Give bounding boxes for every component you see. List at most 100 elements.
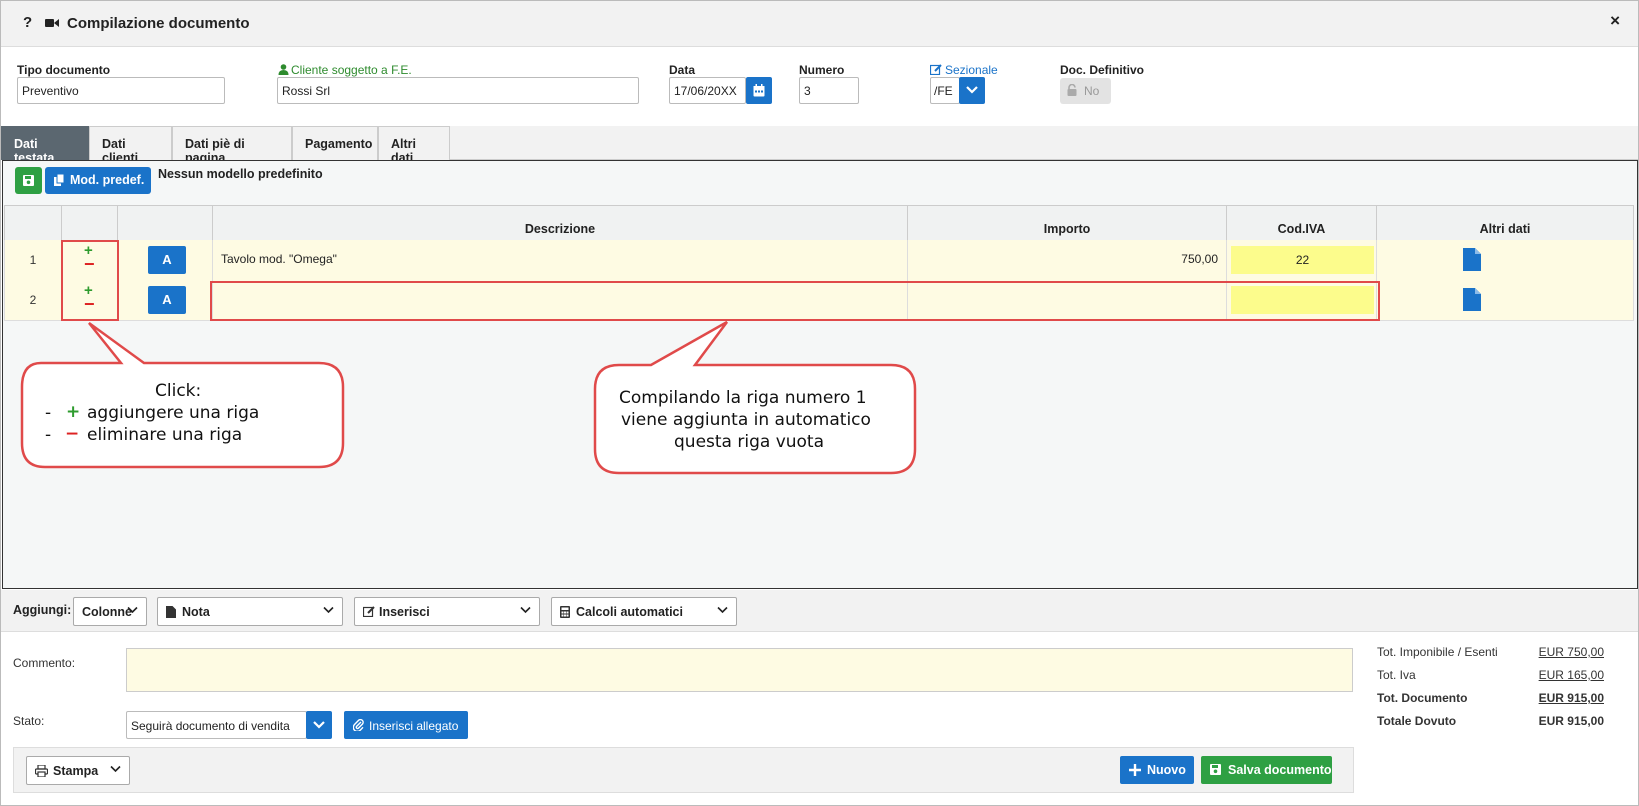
cliente-label[interactable]: Cliente soggetto a F.E.	[291, 63, 412, 77]
lock-icon	[1067, 84, 1077, 96]
callout-left-line2: eliminare una riga	[87, 425, 243, 445]
plus-icon	[1129, 764, 1141, 776]
printer-icon	[35, 765, 48, 777]
commento-textarea[interactable]	[126, 648, 1353, 692]
close-button[interactable]: ×	[1610, 11, 1620, 31]
cod-iva-cell: 22	[1227, 240, 1377, 280]
callout-left-minus: −	[65, 424, 80, 444]
stampa-label: Stampa	[53, 764, 99, 778]
edit-icon	[363, 606, 375, 617]
inserisci-label: Inserisci	[379, 605, 430, 619]
tab-pagamento[interactable]: Pagamento	[292, 126, 378, 160]
importo-cell[interactable]: 750,00	[908, 240, 1227, 280]
totale-dovuto-label: Totale Dovuto	[1377, 714, 1457, 728]
save-model-button[interactable]	[15, 167, 42, 194]
tot-documento-value[interactable]: EUR 915,00	[1539, 691, 1604, 705]
callout-right-line3: questa riga vuota	[674, 432, 825, 452]
edit-icon	[930, 64, 942, 75]
colonne-dropdown[interactable]: Colonne	[73, 597, 147, 626]
cod-iva-input[interactable]: 22	[1231, 246, 1374, 274]
sezionale-dropdown-button[interactable]	[959, 77, 985, 104]
add-bar: Aggiungi: Colonne Nota Inserisci Calcoli…	[1, 590, 1638, 632]
tot-iva-value[interactable]: EUR 165,00	[1539, 668, 1604, 682]
chevron-down-icon	[717, 606, 728, 614]
row-a-cell: A	[118, 240, 213, 280]
header-fields: Tipo documento Preventivo Cliente sogget…	[1, 47, 1638, 126]
salva-documento-button[interactable]: Salva documento	[1201, 756, 1332, 784]
callout-left-plus: +	[66, 402, 81, 422]
mod-predef-label: Mod. predef.	[70, 173, 145, 187]
row-a-button[interactable]: A	[148, 246, 186, 274]
copy-icon	[54, 174, 65, 186]
totale-dovuto-value: EUR 915,00	[1538, 714, 1604, 728]
tot-documento-label: Tot. Documento	[1377, 691, 1468, 705]
tot-imponibile-label: Tot. Imponibile / Esenti	[1377, 645, 1498, 659]
row-a-button[interactable]: A	[148, 286, 186, 314]
stato-select[interactable]: Seguirà documento di vendita	[126, 711, 307, 739]
stampa-dropdown[interactable]: Stampa	[26, 756, 130, 785]
nota-dropdown[interactable]: Nota	[157, 597, 343, 626]
data-label: Data	[669, 63, 696, 77]
altri-dati-cell	[1377, 240, 1633, 280]
help-button[interactable]: ?	[23, 14, 32, 31]
tab-dati-clienti[interactable]: Dati clienti	[89, 126, 172, 165]
sezionale-label[interactable]: Sezionale	[945, 63, 998, 77]
aggiungi-label: Aggiungi:	[13, 603, 72, 617]
row-number: 2	[5, 280, 62, 320]
cliente-input[interactable]: Rossi Srl	[277, 77, 639, 104]
doc-definitivo-label: Doc. Definitivo	[1060, 63, 1145, 77]
save-icon	[1210, 764, 1221, 775]
callout-right-line2: viene aggiunta in automatico	[621, 410, 871, 430]
video-icon[interactable]	[45, 17, 59, 29]
inserisci-allegato-label: Inserisci allegato	[369, 719, 459, 733]
descrizione-cell[interactable]: Tavolo mod. "Omega"	[213, 240, 908, 280]
stato-label: Stato:	[13, 714, 45, 728]
table-row: 1 + − A Tavolo mod. "Omega" 750,00 22	[4, 240, 1634, 281]
title-bar: ? Compilazione documento ×	[1, 1, 1638, 47]
calcoli-label: Calcoli automatici	[576, 605, 683, 619]
colonne-label: Colonne	[82, 605, 132, 619]
tab-dati-pie-di-pagina[interactable]: Dati piè di pagina	[172, 126, 292, 165]
chevron-down-icon	[313, 721, 325, 729]
data-input[interactable]: 17/06/20XX	[669, 77, 746, 104]
save-icon	[23, 175, 34, 186]
document-window: ? Compilazione documento × Tipo document…	[0, 0, 1639, 806]
user-icon	[278, 64, 289, 75]
calendar-button[interactable]	[746, 77, 772, 104]
stato-dropdown-button[interactable]	[306, 711, 332, 739]
callout-right-line1: Compilando la riga numero 1	[619, 388, 867, 408]
chevron-down-icon	[966, 86, 978, 94]
calculator-icon	[560, 606, 570, 618]
callout-left-title: Click:	[155, 381, 202, 401]
chevron-down-icon	[323, 606, 334, 614]
tab-altri-dati[interactable]: Altri dati	[378, 126, 450, 165]
commento-label: Commento:	[13, 656, 76, 670]
calcoli-dropdown[interactable]: Calcoli automatici	[551, 597, 737, 626]
no-model-text: Nessun modello predefinito	[158, 167, 323, 181]
altri-dati-cell	[1377, 280, 1633, 320]
document-icon[interactable]	[1463, 288, 1481, 311]
paperclip-icon	[353, 719, 364, 731]
mod-predef-button[interactable]: Mod. predef.	[45, 167, 151, 194]
callout-left-dash-1: -	[45, 403, 52, 423]
inserisci-dropdown[interactable]: Inserisci	[354, 597, 540, 626]
document-icon[interactable]	[1463, 248, 1481, 271]
numero-label: Numero	[799, 63, 845, 77]
chevron-down-icon	[110, 765, 121, 773]
footer-bar: Stampa Nuovo Salva documento	[13, 747, 1354, 793]
tab-dati-testata[interactable]: Dati testata	[1, 126, 89, 165]
tipo-documento-input[interactable]: Preventivo	[17, 77, 225, 104]
chevron-down-icon	[520, 606, 531, 614]
numero-input[interactable]: 3	[799, 77, 859, 104]
inserisci-allegato-button[interactable]: Inserisci allegato	[344, 711, 468, 739]
tipo-documento-label: Tipo documento	[17, 63, 111, 77]
doc-definitivo-value: No	[1084, 84, 1100, 98]
plus-minus-highlight	[61, 240, 119, 321]
sezionale-input[interactable]: /FE	[930, 77, 960, 104]
row-a-cell: A	[118, 280, 213, 320]
callout-left-dash-2: -	[45, 425, 52, 445]
nuovo-button[interactable]: Nuovo	[1120, 756, 1194, 784]
tot-imponibile-value[interactable]: EUR 750,00	[1539, 645, 1604, 659]
calendar-icon	[753, 84, 765, 97]
empty-row-highlight	[210, 281, 1380, 321]
